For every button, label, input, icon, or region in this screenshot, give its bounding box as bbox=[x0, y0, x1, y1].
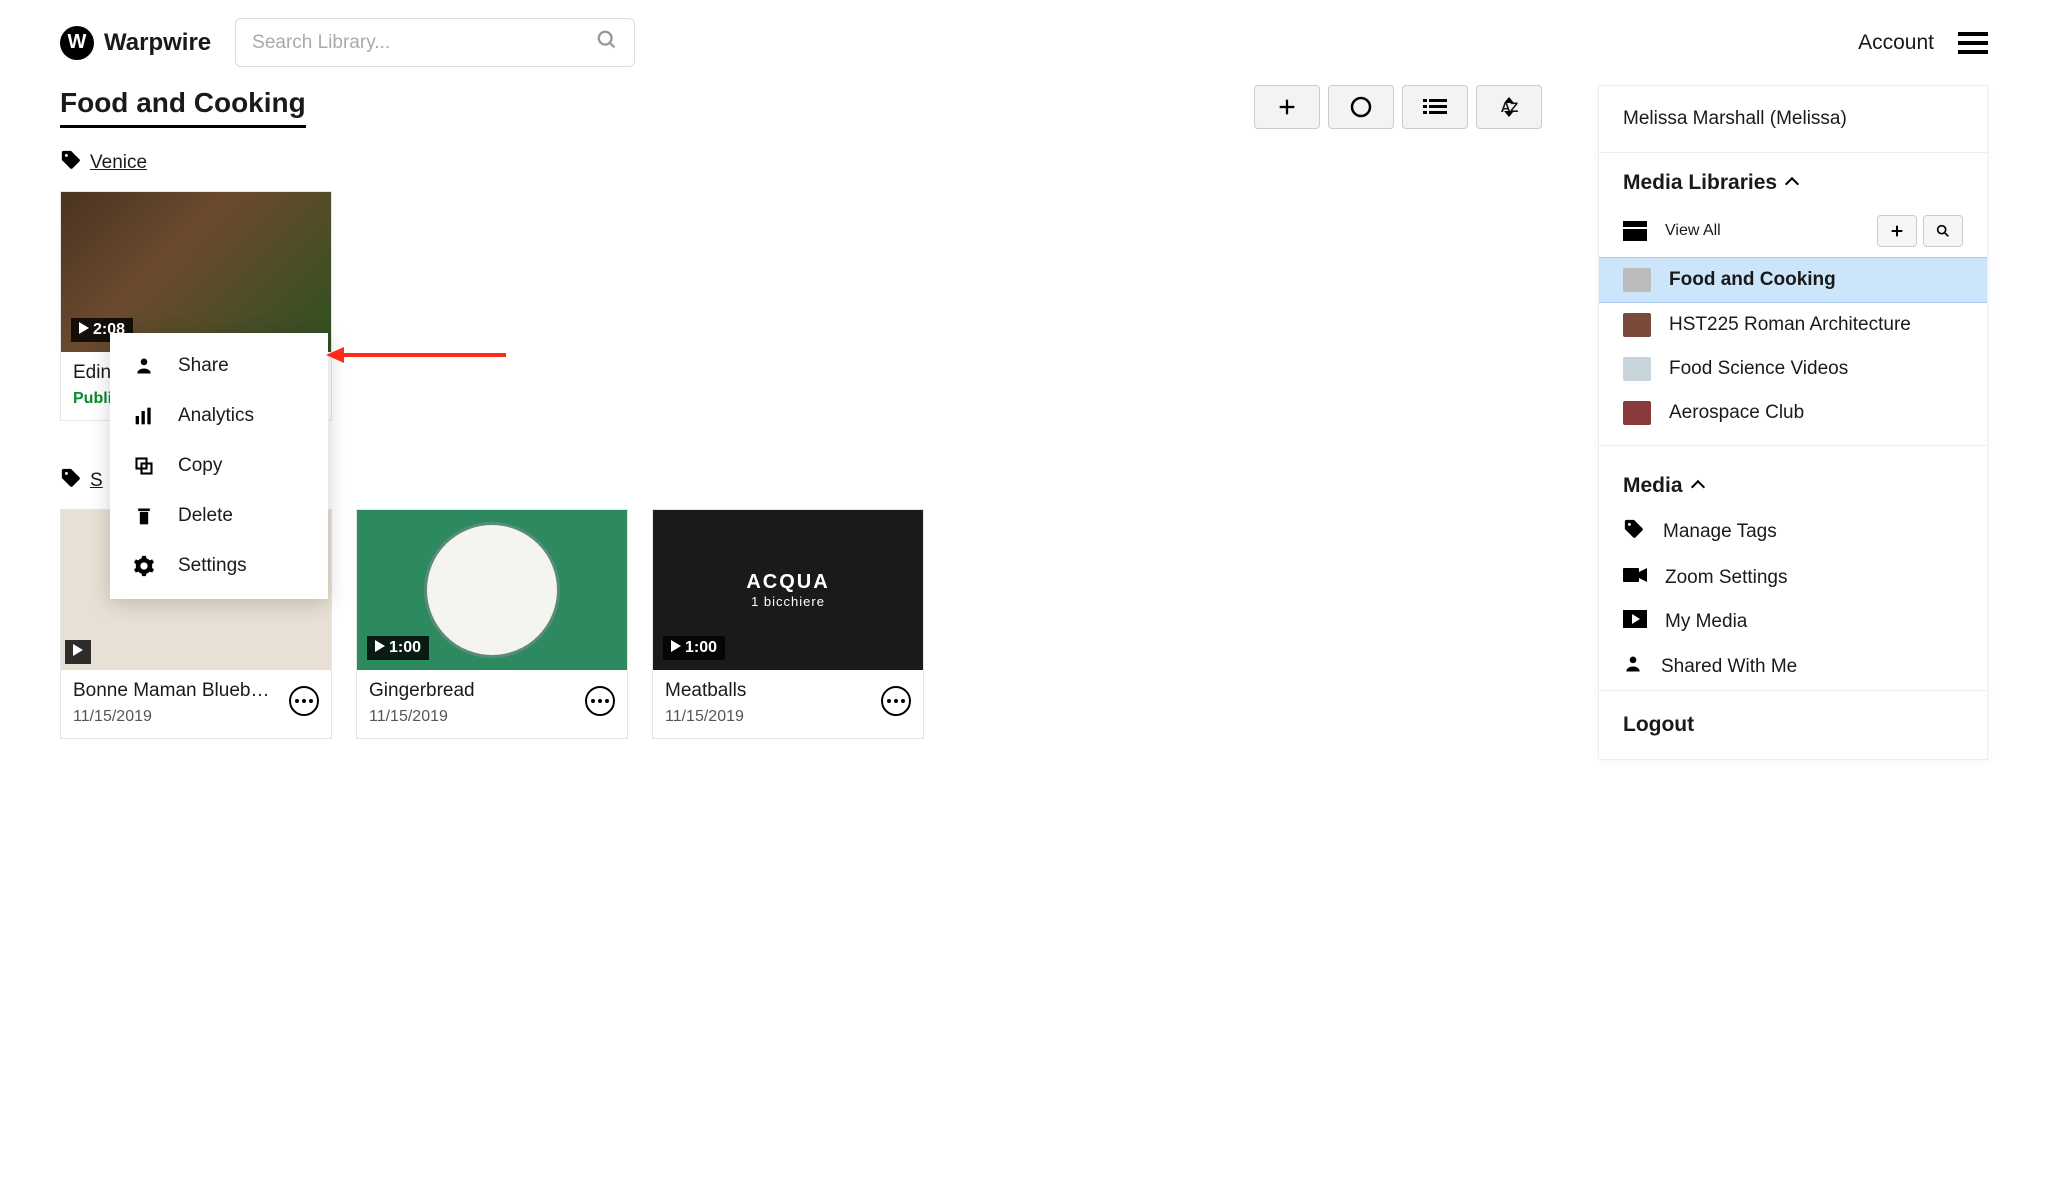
search-icon[interactable] bbox=[596, 29, 618, 56]
sidebar-add-library-button[interactable] bbox=[1877, 215, 1917, 247]
copy-icon bbox=[132, 456, 156, 476]
arrow-annotation bbox=[326, 343, 506, 372]
logo[interactable]: W Warpwire bbox=[60, 26, 211, 60]
view-list-button[interactable] bbox=[1402, 85, 1468, 129]
page-title[interactable]: Food and Cooking bbox=[60, 87, 306, 128]
library-thumb bbox=[1623, 268, 1651, 292]
card-date: 11/15/2019 bbox=[73, 708, 281, 726]
duration-badge bbox=[65, 640, 91, 664]
context-menu: Share Analytics Copy Delete Settings bbox=[110, 333, 328, 599]
thumbnail: 2:08 bbox=[61, 192, 331, 352]
sidebar-section-libraries[interactable]: Media Libraries bbox=[1599, 153, 1987, 205]
duration-badge: 1:00 bbox=[367, 636, 429, 660]
sidebar-manage-tags[interactable]: Manage Tags bbox=[1599, 508, 1987, 556]
search-input[interactable] bbox=[252, 32, 596, 54]
record-button[interactable] bbox=[1328, 85, 1394, 129]
card-date: 11/15/2019 bbox=[665, 708, 873, 726]
context-analytics[interactable]: Analytics bbox=[110, 391, 328, 441]
more-button[interactable] bbox=[881, 686, 911, 716]
sidebar-my-media[interactable]: My Media bbox=[1599, 600, 1987, 644]
camera-icon bbox=[1623, 566, 1647, 590]
brand-name: Warpwire bbox=[104, 29, 211, 57]
sidebar-logout[interactable]: Logout bbox=[1599, 690, 1987, 759]
card-title: Meatballs bbox=[665, 680, 873, 702]
add-button[interactable] bbox=[1254, 85, 1320, 129]
tag-row-venice[interactable]: Venice bbox=[60, 149, 1542, 177]
sidebar-shared-with-me[interactable]: Shared With Me bbox=[1599, 644, 1987, 690]
card-title: Gingerbread bbox=[369, 680, 577, 702]
library-thumb bbox=[1623, 357, 1651, 381]
context-share[interactable]: Share bbox=[110, 341, 328, 391]
context-settings[interactable]: Settings bbox=[110, 541, 328, 591]
tag-label: Venice bbox=[90, 152, 147, 174]
sidebar-zoom-settings[interactable]: Zoom Settings bbox=[1599, 556, 1987, 600]
library-thumb bbox=[1623, 313, 1651, 337]
search-box[interactable] bbox=[235, 18, 635, 67]
context-copy[interactable]: Copy bbox=[110, 441, 328, 491]
thumbnail: 1:00 bbox=[357, 510, 627, 670]
sidebar: Melissa Marshall (Melissa) Media Librari… bbox=[1598, 85, 1988, 760]
sidebar-item-aero[interactable]: Aerospace Club bbox=[1599, 391, 1987, 435]
chevron-up-icon bbox=[1787, 171, 1797, 195]
sidebar-user: Melissa Marshall (Melissa) bbox=[1599, 86, 1987, 153]
menu-icon[interactable] bbox=[1958, 32, 1988, 54]
more-button[interactable] bbox=[289, 686, 319, 716]
media-card[interactable]: ACQUA1 bicchiere 1:00 Meatballs 11/15/20… bbox=[652, 509, 924, 739]
sidebar-search-library-button[interactable] bbox=[1923, 215, 1963, 247]
sidebar-section-media[interactable]: Media bbox=[1599, 456, 1987, 508]
trash-icon bbox=[132, 505, 156, 527]
tag-icon bbox=[1623, 518, 1645, 546]
person-icon bbox=[132, 356, 156, 376]
account-link[interactable]: Account bbox=[1858, 31, 1934, 55]
gear-icon bbox=[132, 555, 156, 577]
tag-icon bbox=[60, 149, 82, 177]
logo-icon: W bbox=[60, 26, 94, 60]
analytics-icon bbox=[132, 406, 156, 426]
tag-icon bbox=[60, 467, 82, 495]
stack-icon bbox=[1623, 221, 1647, 241]
card-title: Bonne Maman Blueb… bbox=[73, 680, 281, 702]
sort-button[interactable]: AZ bbox=[1476, 85, 1542, 129]
chevron-up-icon bbox=[1693, 474, 1703, 498]
context-delete[interactable]: Delete bbox=[110, 491, 328, 541]
topbar: W Warpwire Account bbox=[0, 0, 2048, 85]
sidebar-item-fsv[interactable]: Food Science Videos bbox=[1599, 347, 1987, 391]
person-icon bbox=[1623, 654, 1643, 680]
media-card[interactable]: 1:00 Gingerbread 11/15/2019 bbox=[356, 509, 628, 739]
sidebar-view-all[interactable]: View All bbox=[1665, 222, 1721, 240]
library-thumb bbox=[1623, 401, 1651, 425]
sidebar-item-hst[interactable]: HST225 Roman Architecture bbox=[1599, 303, 1987, 347]
duration-badge: 1:00 bbox=[663, 636, 725, 660]
play-icon bbox=[1623, 610, 1647, 634]
card-date: 11/15/2019 bbox=[369, 708, 577, 726]
more-button[interactable] bbox=[585, 686, 615, 716]
thumbnail: ACQUA1 bicchiere 1:00 bbox=[653, 510, 923, 670]
tag-label: S bbox=[90, 470, 103, 492]
sidebar-item-food[interactable]: Food and Cooking bbox=[1599, 257, 1987, 303]
